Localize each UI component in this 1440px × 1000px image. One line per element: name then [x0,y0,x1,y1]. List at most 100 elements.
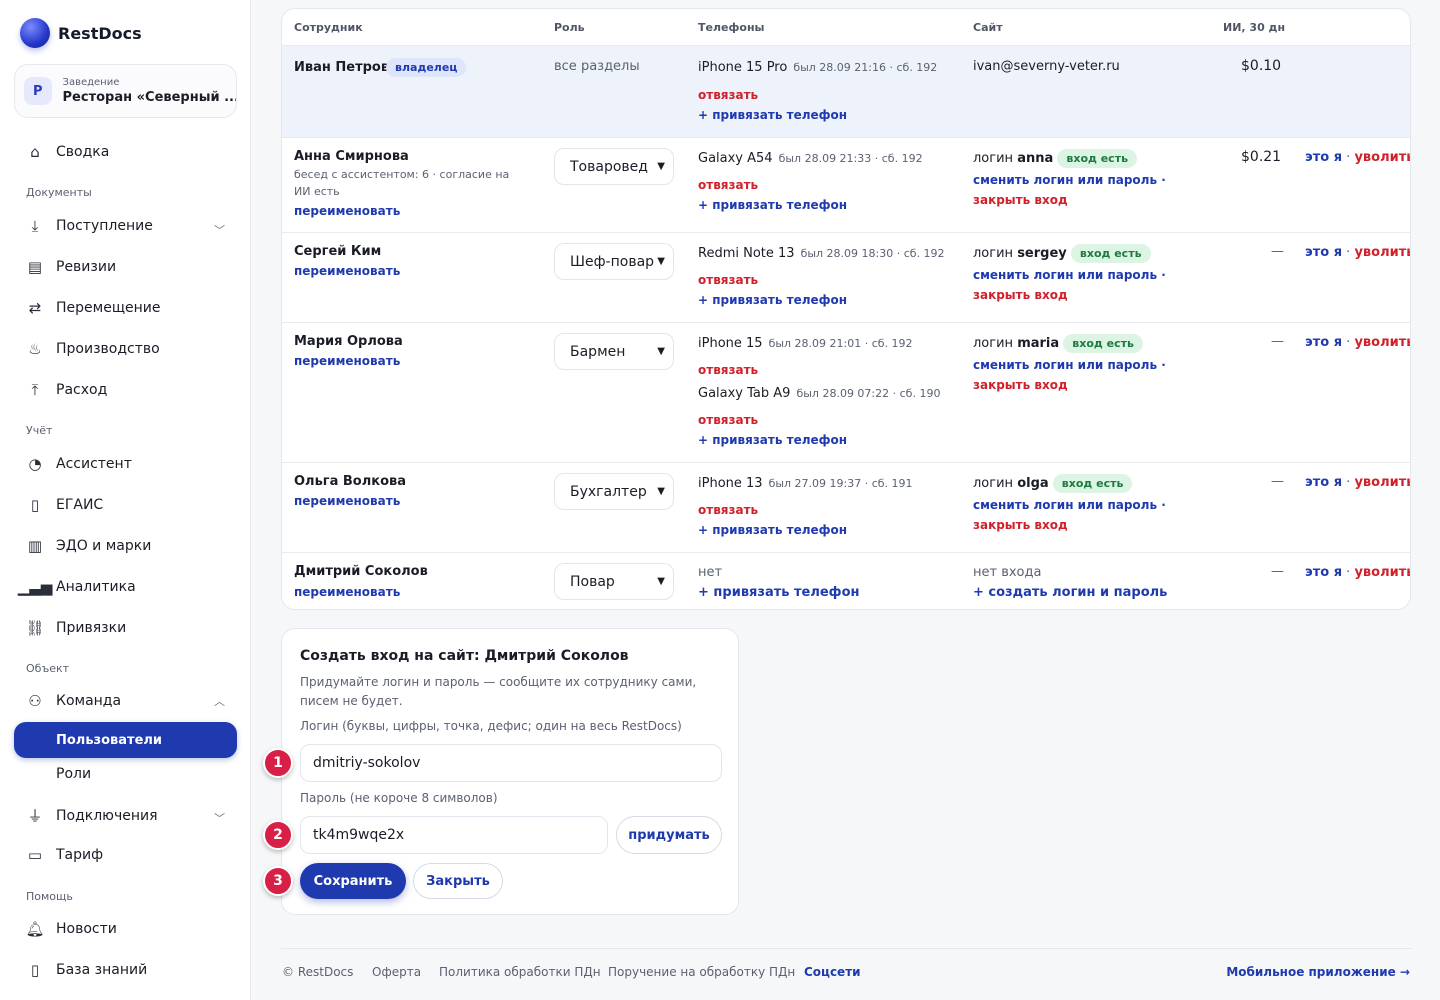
role-select[interactable]: Повар ▼ [554,563,674,600]
create-login-link[interactable]: + создать логин и пароль [973,585,1167,600]
its-me-link[interactable]: это я [1305,245,1342,260]
role-select[interactable]: Шеф-повар ▼ [554,243,674,280]
its-me-link[interactable]: это я [1305,475,1342,490]
employee-name: Ольга Волкова [294,474,406,489]
brand[interactable]: RestDocs [20,18,142,48]
nav-tariff[interactable]: ▭ Тариф [26,846,103,864]
role-select[interactable]: Бармен ▼ [554,333,674,370]
unbind-link[interactable]: отвязать [698,503,758,517]
owner-badge: владелец [386,58,467,77]
separator: · [1342,475,1355,490]
footer-social-link[interactable]: Соцсети [804,965,861,979]
table-row: Ольга Волкова переименовать Бухгалтер ▼ i… [282,463,1410,553]
close-login-link[interactable]: закрыть вход [973,288,1068,302]
footer-policy-link[interactable]: Политика обработки ПДн [439,965,601,979]
fire-link[interactable]: уволить [1354,150,1410,165]
bind-phone-link[interactable]: + привязать телефон [698,293,847,307]
separator: · [1342,150,1355,165]
change-login-link[interactable]: сменить логин или пароль · [973,173,1166,187]
its-me-link[interactable]: это я [1305,150,1342,165]
fire-link[interactable]: уволить [1354,245,1410,260]
login-input[interactable]: dmitriy-sokolov [300,744,722,782]
unbind-link[interactable]: отвязать [698,413,758,427]
nav-expense[interactable]: ⤒ Расход [26,381,108,399]
role-select[interactable]: Бухгалтер ▼ [554,473,674,510]
nav-analytics[interactable]: ▁▃▅ Аналитика [17,578,136,596]
table-row: Мария Орлова переименовать Бармен ▼ iPhon… [282,323,1410,463]
unbind-link[interactable]: отвязать [698,363,758,377]
chevron-up-icon[interactable]: ︿ [214,693,225,709]
nav-roles[interactable]: Роли [56,766,91,782]
rename-link[interactable]: переименовать [294,585,400,599]
footer-assignment-link[interactable]: Поручение на обработку ПДн [608,965,795,979]
chevron-down-icon[interactable]: ﹀ [214,222,225,238]
nav-bindings[interactable]: ⛓ Привязки [25,619,126,637]
bind-phone-link[interactable]: + привязать телефон [698,433,847,447]
employee-sub: бесед с ассистентом: 6 · согласие на ИИ … [294,168,510,198]
bind-phone-link[interactable]: + привязать телефон [698,523,847,537]
nav-egais[interactable]: ▯ ЕГАИС [26,496,103,514]
nav-assistant[interactable]: ◔ Ассистент [26,455,131,473]
nav-receipt[interactable]: ⤓ Поступление [26,217,153,235]
bind-phone-link[interactable]: + привязать телефон [698,198,847,212]
role-select[interactable]: Товаровед ▼ [554,148,674,185]
save-button[interactable]: Сохранить [300,863,406,899]
bar-chart-icon: ▁▃▅ [17,578,53,596]
nav-kb[interactable]: ▯ База знаний [26,961,147,979]
nav-summary-label: Сводка [56,144,110,160]
nav-connections[interactable]: ⏚ Подключения [26,805,157,826]
bind-phone-link[interactable]: + привязать телефон [698,108,847,122]
card-icon: ▭ [27,846,43,864]
nav-users[interactable]: Пользователи [14,722,237,758]
chevron-down-icon: ▼ [657,576,665,587]
login-ok-badge: вход есть [1052,474,1133,493]
fire-link[interactable]: уволить [1354,565,1410,580]
footer-offer-link[interactable]: Оферта [372,965,421,979]
close-login-link[interactable]: закрыть вход [973,518,1068,532]
change-login-link[interactable]: сменить логин или пароль · [973,358,1166,372]
nav-production-label: Производство [56,341,160,357]
nav-news[interactable]: 🔔︎ Новости [25,920,116,938]
bell-icon: 🔔︎ [25,920,45,938]
close-login-link[interactable]: закрыть вход [973,193,1068,207]
rename-link[interactable]: переименовать [294,204,400,218]
nav-team[interactable]: ⚇ Команда [26,692,121,710]
employee-name: Мария Орлова [294,334,403,349]
form-description: Придумайте логин и пароль — сообщите их … [300,675,697,708]
its-me-link[interactable]: это я [1305,335,1342,350]
footer-mobile-app-link[interactable]: Мобильное приложение → [1226,965,1410,979]
users-table: Сотрудник Роль Телефоны Сайт ИИ, 30 дн И… [281,8,1411,610]
generate-password-button[interactable]: придумать [616,816,722,854]
download-icon: ⤓ [31,217,39,235]
rename-link[interactable]: переименовать [294,264,400,278]
nav-transfer[interactable]: ⇄ Перемещение [26,299,161,317]
ai-cost-empty: — [1271,474,1284,489]
rename-link[interactable]: переименовать [294,494,400,508]
its-me-link[interactable]: это я [1305,565,1342,580]
close-login-link[interactable]: закрыть вход [973,378,1068,392]
nav-revisions[interactable]: ▤ Ревизии [26,258,116,276]
close-button[interactable]: Закрыть [413,863,503,899]
nav-production[interactable]: ♨ Производство [26,340,160,358]
nav-summary[interactable]: ⌂ Сводка [26,143,109,161]
clipboard-icon: ▤ [27,258,43,276]
change-login-link[interactable]: сменить логин или пароль · [973,268,1166,282]
login-label: Логин (буквы, цифры, точка, дефис; один … [300,719,682,733]
nav-analytics-label: Аналитика [56,579,136,595]
change-login-link[interactable]: сменить логин или пароль · [973,498,1166,512]
upload-icon: ⤒ [31,381,39,399]
unbind-link[interactable]: отвязать [698,178,758,192]
nav-revisions-label: Ревизии [56,259,117,275]
rename-link[interactable]: переименовать [294,354,400,368]
nav-edo[interactable]: ▥ ЭДО и марки [26,537,151,555]
unbind-link[interactable]: отвязать [698,88,758,102]
fire-link[interactable]: уволить [1354,475,1410,490]
password-input[interactable]: tk4m9wqe2x [300,816,608,854]
nav-transfer-label: Перемещение [56,300,161,316]
unbind-link[interactable]: отвязать [698,273,758,287]
app-name: RestDocs [58,23,142,43]
fire-link[interactable]: уволить [1354,335,1410,350]
venue-selector[interactable]: Р Заведение Ресторан «Северный ... [14,64,237,118]
chevron-down-icon[interactable]: ﹀ [214,810,225,826]
bind-phone-link[interactable]: + привязать телефон [698,585,860,600]
